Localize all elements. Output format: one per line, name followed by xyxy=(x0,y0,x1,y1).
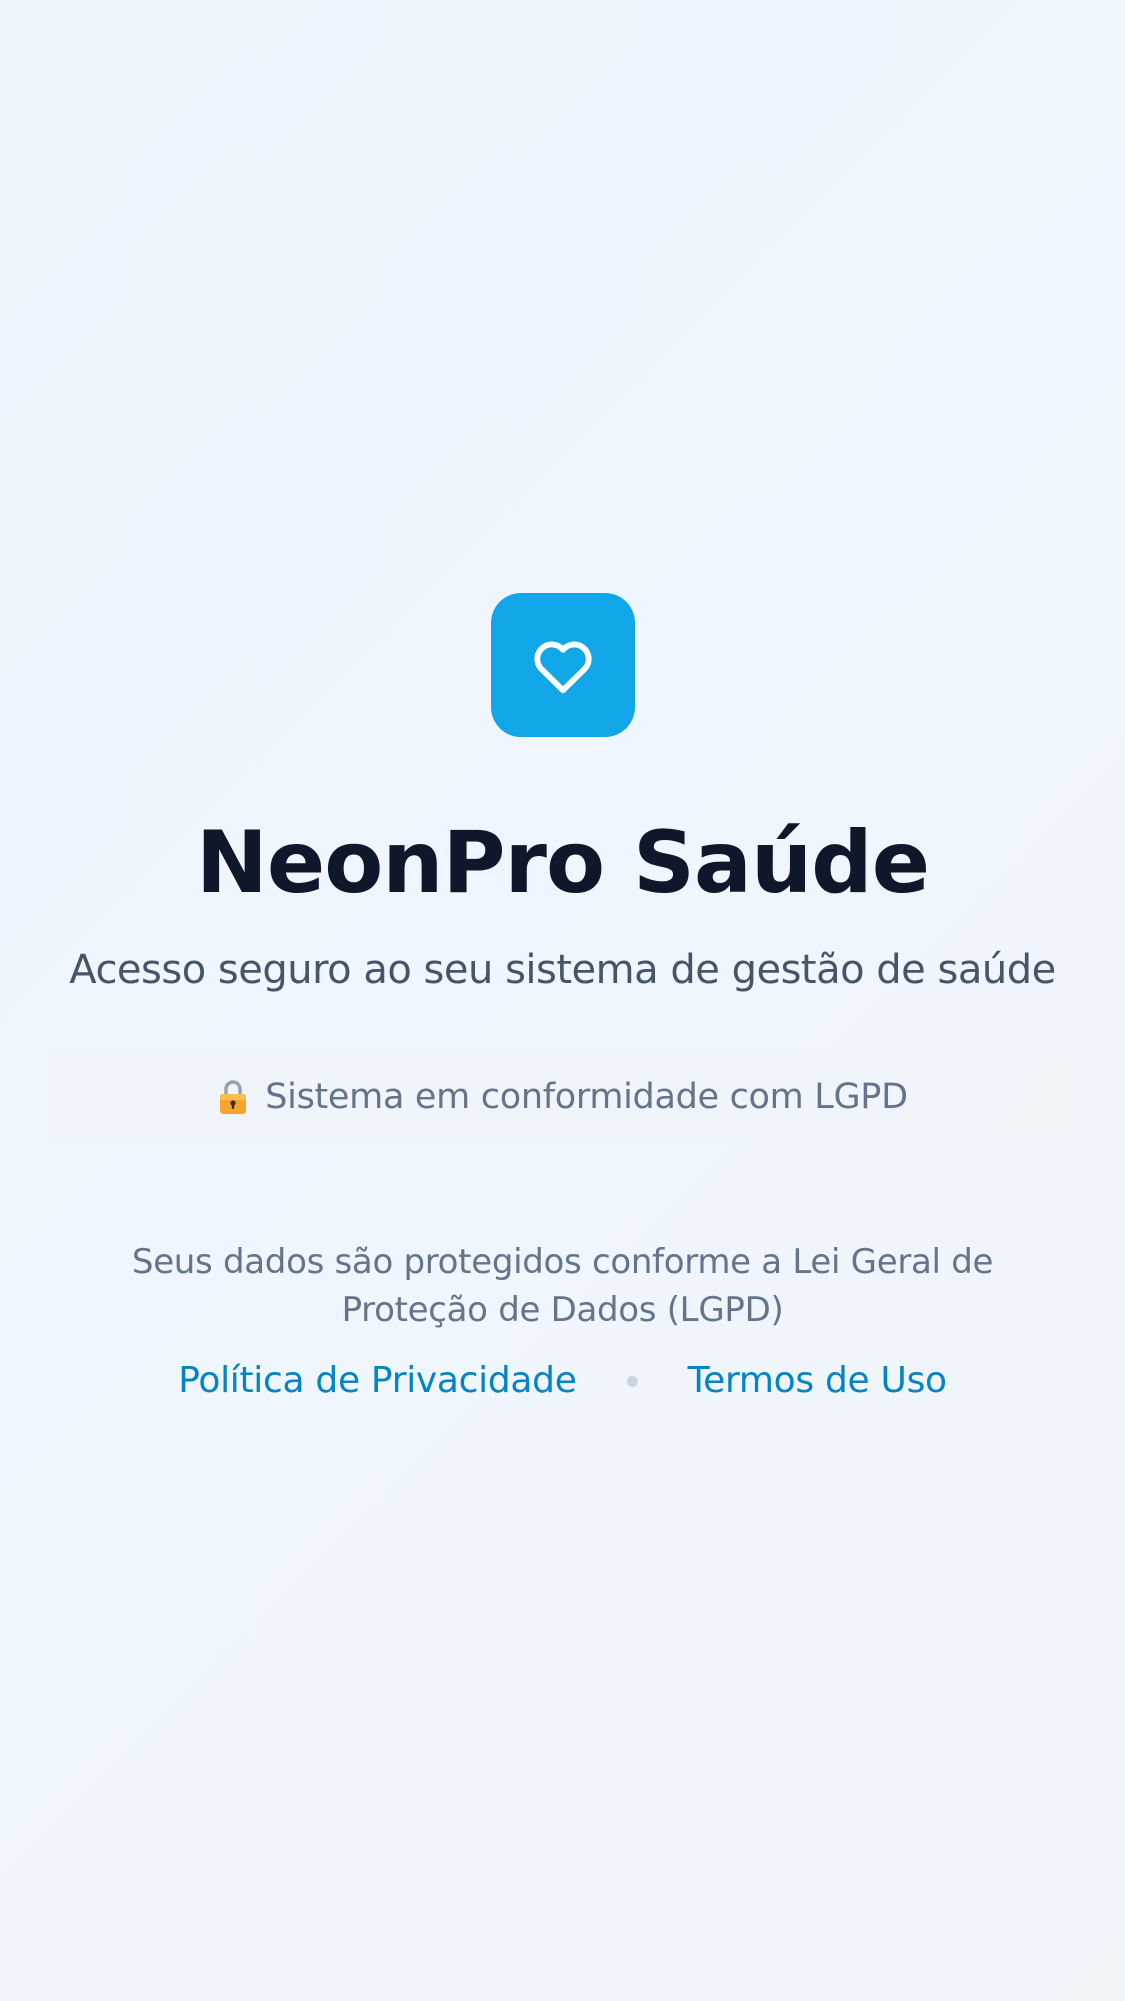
separator-dot xyxy=(626,1375,638,1387)
terms-of-use-link[interactable]: Termos de Uso xyxy=(688,1356,947,1406)
lgpd-compliance-text: Sistema em conformidade com LGPD xyxy=(265,1076,908,1117)
app-logo xyxy=(491,593,635,737)
footer-links: Política de Privacidade Termos de Uso xyxy=(0,1356,1125,1406)
data-protection-note: Seus dados são protegidos conforme a Lei… xyxy=(131,1242,994,1330)
lgpd-compliance-banner: Sistema em conformidade com LGPD xyxy=(49,1049,1076,1144)
lock-icon xyxy=(217,1078,249,1116)
privacy-policy-link[interactable]: Política de Privacidade xyxy=(178,1356,577,1406)
page-subtitle: Acesso seguro ao seu sistema de gestão d… xyxy=(69,947,1056,993)
page-title: NeonPro Saúde xyxy=(195,813,930,913)
heart-icon xyxy=(534,641,592,694)
